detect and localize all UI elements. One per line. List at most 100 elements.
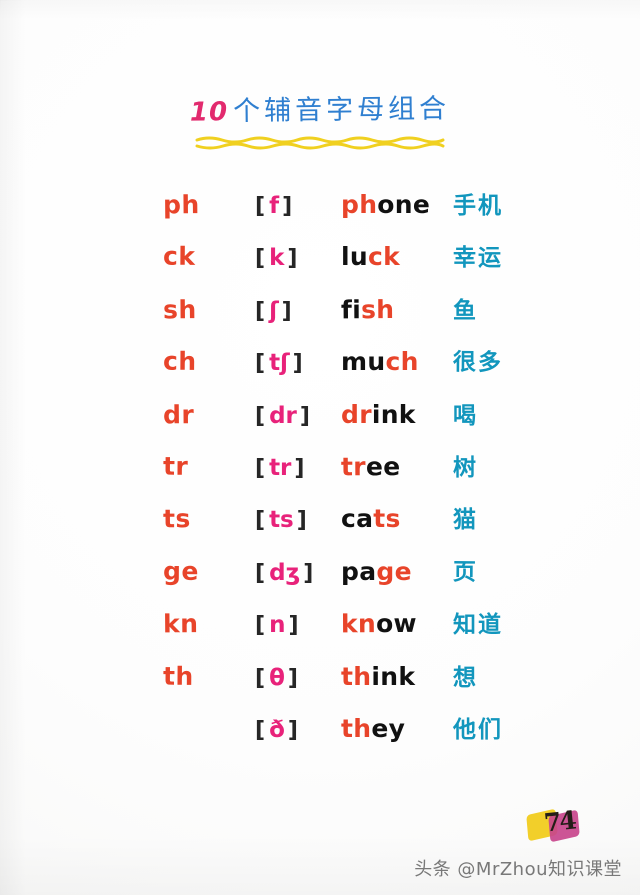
bracket-close: ] [287, 665, 299, 691]
word-tail: ow [375, 609, 417, 639]
title-number: 10 [189, 97, 229, 128]
example-word: phone [341, 190, 453, 219]
word-tail: ee [365, 451, 401, 482]
bracket-open: [ [255, 717, 267, 743]
phonetic-symbol: [f] [255, 193, 341, 219]
bracket-open: [ [255, 194, 267, 219]
chinese-meaning: 手机 [453, 193, 503, 219]
example-word: know [340, 609, 453, 639]
ipa-symbol: tr [269, 454, 292, 481]
phonetic-symbol: [θ] [255, 665, 341, 691]
page-title: 10 个辅音字母组合 [0, 93, 640, 150]
ipa-symbol: k [269, 245, 285, 272]
bracket-open: [ [255, 613, 267, 639]
paper-edge-shadow-top [0, 0, 640, 20]
letter-combo: tr [162, 451, 189, 481]
example-word: cats [341, 504, 453, 533]
bracket-close: ] [296, 508, 308, 534]
word-head: lu [341, 242, 368, 272]
phonetic-symbol: [ts] [255, 507, 341, 533]
ipa-symbol: tʃ [269, 350, 290, 377]
letter-combo: ph [162, 190, 200, 220]
example-word: much [341, 347, 453, 376]
title-line: 10 个辅音字母组合 [0, 92, 640, 130]
word-tail: ink [371, 661, 416, 691]
ipa-symbol: n [269, 612, 286, 639]
bracket-open: [ [255, 665, 267, 691]
bracket-close: ] [281, 298, 293, 324]
chinese-meaning: 知道 [453, 612, 503, 639]
letter-combo: ch [162, 346, 197, 377]
bracket-close: ] [287, 246, 299, 272]
example-word: luck [341, 242, 453, 271]
phonetic-symbol: [dr] [255, 403, 341, 429]
ipa-symbol: ts [269, 507, 294, 534]
ipa-symbol: ð [269, 716, 285, 743]
letter-combo: dr [162, 399, 195, 429]
table-row: ge[dʒ] page 页 [0, 553, 640, 605]
bracket-close: ] [294, 455, 306, 481]
bracket-close: ] [282, 194, 294, 219]
chinese-meaning: 喝 [453, 402, 478, 429]
bracket-open: [ [255, 560, 267, 586]
table-row: dr[dr] drink 喝 [0, 396, 640, 448]
word-tail: ts [373, 504, 401, 534]
example-word: drink [341, 400, 453, 429]
ipa-symbol: dr [269, 402, 297, 429]
ipa-symbol: f [269, 193, 280, 219]
logo-mark-text: 74 [542, 805, 577, 838]
word-head: ph [341, 190, 378, 219]
phonetic-symbol: [tr] [255, 455, 341, 481]
table-row: kn[n] know 知道 [0, 605, 640, 657]
phonetic-symbol: [k] [255, 245, 341, 271]
example-word: think [341, 662, 453, 691]
title-underline-wave-upper [195, 135, 445, 143]
letter-combo: ge [162, 556, 199, 586]
letter-combo: ts [162, 504, 191, 534]
phonetic-symbol: [ð] [255, 717, 341, 743]
watermark-footer: 头条 @MrZhou知识课堂 [414, 859, 622, 880]
word-tail: ey [371, 713, 406, 743]
word-head: mu [341, 347, 386, 377]
example-word: fish [341, 294, 453, 324]
bracket-open: [ [255, 508, 267, 534]
letter-combo: sh [162, 294, 197, 325]
phonetic-symbol: [dʒ] [255, 560, 341, 586]
chinese-meaning: 很多 [452, 349, 504, 377]
letter-combo: th [162, 661, 194, 691]
word-head: th [341, 661, 372, 691]
bracket-open: [ [255, 298, 267, 324]
channel-logo-icon: 74 [526, 805, 591, 848]
bracket-open: [ [255, 351, 267, 377]
word-head: kn [340, 609, 377, 639]
word-head: th [341, 713, 372, 743]
word-head: dr [341, 399, 372, 429]
bracket-close: ] [299, 403, 311, 429]
bracket-open: [ [255, 455, 267, 481]
table-row: ch [tʃ] much 很多 [0, 343, 640, 395]
ipa-symbol: dʒ [269, 559, 301, 586]
word-tail: ink [371, 399, 416, 429]
table-row: sh[ʃ] fish 鱼 [0, 291, 640, 343]
phonetic-symbol: [n] [255, 612, 341, 638]
chinese-meaning: 猫 [453, 507, 478, 534]
example-word: tree [340, 451, 453, 482]
bracket-close: ] [288, 613, 300, 639]
chinese-meaning: 鱼 [453, 297, 478, 324]
title-underline-wave-lower [195, 142, 445, 150]
word-tail: ck [367, 242, 401, 272]
letter-combo [163, 737, 255, 738]
table-row: tr[tr] tree 树 [0, 448, 640, 500]
table-row: ck[k] luck 幸运 [0, 238, 640, 290]
chinese-meaning: 想 [453, 664, 478, 691]
phonics-table: ph[f] phone 手机 ck[k] luck 幸运 sh[ʃ] fish 鱼 ch[tʃ] m… [0, 186, 640, 762]
word-tail: ge [376, 556, 412, 586]
chinese-meaning: 树 [453, 454, 478, 481]
bracket-close: ] [287, 717, 299, 743]
letter-combo: ck [162, 242, 196, 272]
bracket-open: [ [255, 403, 267, 429]
bracket-close: ] [292, 351, 304, 377]
chinese-meaning: 幸运 [453, 245, 503, 272]
word-head: tr [340, 452, 366, 482]
letter-combo: kn [162, 609, 199, 639]
